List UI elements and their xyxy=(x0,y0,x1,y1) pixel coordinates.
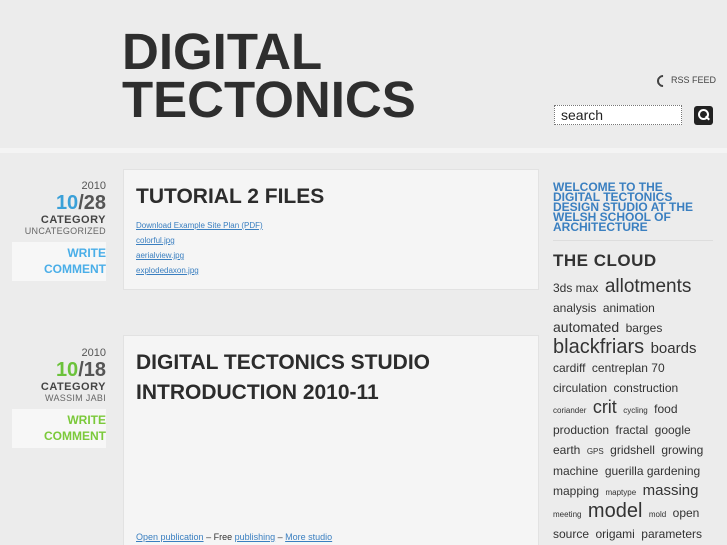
search-button[interactable] xyxy=(694,106,713,125)
post-1: TUTORIAL 2 FILES Download Example Site P… xyxy=(123,169,539,290)
tag-link[interactable]: animation xyxy=(603,301,655,315)
welcome-text: WELCOME TO THE DIGITAL TECTONICS DESIGN … xyxy=(553,181,713,241)
post-date: 10/28 xyxy=(12,192,106,214)
tag-link[interactable]: cardiff xyxy=(553,361,585,375)
publishing-link[interactable]: publishing xyxy=(235,532,276,542)
tag-link[interactable]: model xyxy=(588,500,642,522)
rss-label: RSS FEED xyxy=(671,75,717,85)
post-footer-links: Open publication – Free publishing – Mor… xyxy=(136,532,332,542)
post-day: 18 xyxy=(83,359,106,381)
category-label: CATEGORY xyxy=(40,381,106,393)
tag-link[interactable]: massing xyxy=(643,482,699,499)
tag-link[interactable]: origami xyxy=(595,527,634,541)
search-input[interactable]: search xyxy=(554,105,682,125)
category-label: CATEGORY xyxy=(40,214,106,226)
tag-link[interactable]: mold xyxy=(649,510,666,519)
site-title-line2: TECTONICS xyxy=(122,71,416,128)
post-2: DIGITAL TECTONICS STUDIO INTRODUCTION 20… xyxy=(123,335,539,545)
tag-link[interactable]: GPS xyxy=(587,447,604,456)
post-month: 10 xyxy=(55,192,79,214)
tag-link[interactable]: crit xyxy=(593,397,617,417)
post-link-site-plan[interactable]: Download Example Site Plan (PDF) xyxy=(136,218,526,233)
write-comment-line2: COMMENT xyxy=(44,262,106,276)
rss-feed-link[interactable]: RSS FEED xyxy=(657,75,716,85)
footer-text-2: – xyxy=(275,532,286,542)
open-publication-link[interactable]: Open publication xyxy=(136,532,204,542)
rss-icon xyxy=(657,75,667,85)
tag-link[interactable]: 3ds max xyxy=(553,281,598,295)
tag-link[interactable]: food xyxy=(654,402,677,416)
tag-cloud-heading: THE CLOUD xyxy=(553,251,657,270)
tag-link[interactable]: analysis xyxy=(553,301,596,315)
tag-link[interactable]: mapping xyxy=(553,484,599,498)
tag-link[interactable]: machine xyxy=(553,464,598,478)
post-meta-1: 2010 10/28 CATEGORY UNCATEGORIZED WRITE … xyxy=(12,180,106,281)
site-title[interactable]: DIGITAL TECTONICS xyxy=(122,23,416,128)
write-comment-button[interactable]: WRITE COMMENT xyxy=(12,409,106,448)
tag-link[interactable]: parameters xyxy=(641,527,702,541)
post-link-colorful[interactable]: colorful.jpg xyxy=(136,233,526,248)
site-title-line1: DIGITAL xyxy=(122,23,323,80)
post-links: Download Example Site Plan (PDF) colorfu… xyxy=(124,212,538,278)
tag-link[interactable]: boards xyxy=(651,340,697,357)
more-studio-link[interactable]: More studio xyxy=(285,532,332,542)
category-value[interactable]: WASSIM JABI xyxy=(12,393,106,403)
tag-link[interactable]: automated xyxy=(553,319,619,335)
tag-link[interactable]: production xyxy=(553,423,609,437)
sidebar: WELCOME TO THE DIGITAL TECTONICS DESIGN … xyxy=(553,181,713,544)
post-date: 10/18 xyxy=(12,359,106,381)
tag-link[interactable]: centreplan 70 xyxy=(592,361,665,375)
post-month: 10 xyxy=(55,359,79,381)
post-link-aerialview[interactable]: aerialview.jpg xyxy=(136,248,526,263)
write-comment-button[interactable]: WRITE COMMENT xyxy=(12,242,106,281)
header-divider xyxy=(0,148,727,153)
tag-link[interactable]: growing xyxy=(661,443,703,457)
tag-link[interactable]: construction xyxy=(613,381,678,395)
tag-link[interactable]: cycling xyxy=(623,406,647,415)
write-comment-line1: WRITE xyxy=(67,246,106,260)
post-year: 2010 xyxy=(81,347,106,359)
post-year: 2010 xyxy=(81,180,106,192)
post-day: 28 xyxy=(83,192,106,214)
post-title[interactable]: DIGITAL TECTONICS STUDIO INTRODUCTION 20… xyxy=(124,336,538,408)
tag-cloud: 3ds max allotments analysis animation au… xyxy=(553,277,713,544)
post-meta-2: 2010 10/18 CATEGORY WASSIM JABI WRITE CO… xyxy=(12,347,106,448)
tag-link[interactable]: barges xyxy=(626,321,663,335)
write-comment-line1: WRITE xyxy=(67,413,106,427)
tag-link[interactable]: gridshell xyxy=(610,443,655,457)
tag-link[interactable]: fractal xyxy=(616,423,649,437)
post-link-explodedaxon[interactable]: explodedaxon.jpg xyxy=(136,263,526,278)
tag-link[interactable]: allotments xyxy=(605,276,692,297)
tag-link[interactable]: circulation xyxy=(553,381,607,395)
write-comment-line2: COMMENT xyxy=(44,429,106,443)
tag-link[interactable]: meeting xyxy=(553,510,581,519)
tag-link[interactable]: maptype xyxy=(605,488,636,497)
tag-link[interactable]: blackfriars xyxy=(553,336,644,358)
tag-link[interactable]: coriander xyxy=(553,406,586,415)
tag-link[interactable]: guerilla gardening xyxy=(605,464,700,478)
category-value[interactable]: UNCATEGORIZED xyxy=(12,226,106,236)
footer-text-1: – Free xyxy=(203,532,235,542)
post-title[interactable]: TUTORIAL 2 FILES xyxy=(124,170,538,212)
